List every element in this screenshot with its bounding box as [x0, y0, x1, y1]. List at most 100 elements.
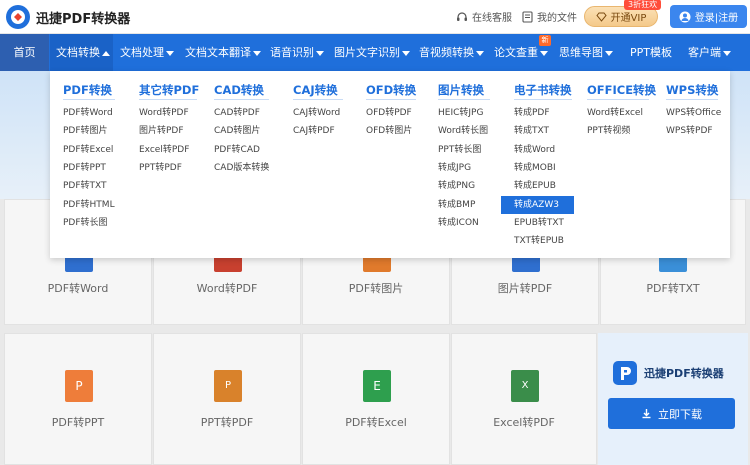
nav-document-process[interactable]: 文档处理	[120, 34, 174, 71]
excel-pdf-file-icon: X	[511, 370, 539, 402]
download-panel-brand: 迅捷PDF转换器	[612, 360, 724, 386]
nav-home[interactable]: 首页	[0, 34, 49, 71]
menu-item[interactable]: HEIC转JPG	[438, 104, 483, 122]
menu-item[interactable]: 转成TXT	[514, 122, 549, 140]
nav-ocr-label: 图片文字识别	[334, 46, 400, 59]
menu-item[interactable]: CAD转图片	[214, 122, 260, 140]
menu-item[interactable]: 转成BMP	[438, 196, 475, 214]
column-divider	[438, 99, 490, 100]
menu-column-title: 电子书转换	[514, 83, 572, 97]
menu-item[interactable]: EPUB转TXT	[514, 214, 564, 232]
menu-item[interactable]: PDF转Word	[63, 104, 113, 122]
login-register-button[interactable]: 登录|注册	[670, 5, 747, 28]
headset-icon	[457, 11, 467, 21]
nav-av-convert-label: 音视频转换	[419, 46, 474, 59]
menu-item[interactable]: 转成EPUB	[514, 177, 556, 195]
menu-item[interactable]: Word转PDF	[139, 104, 189, 122]
download-now-button[interactable]: 立即下载	[608, 398, 735, 429]
column-divider	[139, 99, 197, 100]
nav-av-convert[interactable]: 音视频转换	[419, 34, 484, 71]
menu-item[interactable]: WPS转PDF	[666, 122, 713, 140]
pdf-app-icon	[613, 361, 637, 385]
menu-column-title: CAJ转换	[293, 83, 338, 97]
nav-speech-label: 语音识别	[270, 46, 314, 59]
vip-promo-badge: 3折狂欢	[624, 0, 662, 10]
chevron-down-icon	[540, 50, 548, 56]
chevron-up-icon	[102, 50, 110, 56]
nav-translate[interactable]: 文档文本翻译	[185, 34, 261, 71]
menu-item[interactable]: OFD转PDF	[366, 104, 412, 122]
nav-document-convert[interactable]: 文档转换	[50, 34, 113, 71]
menu-item[interactable]: PDF转图片	[63, 122, 108, 140]
menu-item[interactable]: PDF转CAD	[214, 141, 260, 159]
menu-item[interactable]: Excel转PDF	[139, 141, 189, 159]
tool-card-label: Excel转PDF	[493, 416, 555, 429]
menu-item[interactable]: PPT转PDF	[139, 159, 182, 177]
customer-service-label: 在线客服	[472, 13, 512, 24]
menu-item[interactable]: PPT转视频	[587, 122, 630, 140]
menu-item[interactable]: PDF转PPT	[63, 159, 106, 177]
menu-item[interactable]: 图片转PDF	[139, 122, 184, 140]
nav-ocr[interactable]: 图片文字识别	[334, 34, 410, 71]
tool-card-label: PDF转图片	[348, 282, 404, 295]
main-nav: 首页 文档转换 文档处理 文档文本翻译 语音识别 图片文字识别 音视频转换 论文…	[0, 34, 750, 71]
menu-item[interactable]: PDF转HTML	[63, 196, 115, 214]
chevron-down-icon	[316, 50, 324, 56]
menu-item[interactable]: WPS转Office	[666, 104, 721, 122]
menu-item[interactable]: Word转长图	[438, 122, 488, 140]
column-divider	[366, 99, 416, 100]
menu-item[interactable]: TXT转EPUB	[514, 232, 564, 250]
download-now-label: 立即下载	[658, 407, 702, 421]
menu-item[interactable]: PDF转Excel	[63, 141, 113, 159]
nav-mindmap-label: 思维导图	[559, 46, 603, 59]
menu-item[interactable]: 转成JPG	[438, 159, 471, 177]
document-icon	[522, 10, 533, 23]
menu-item[interactable]: Word转Excel	[587, 104, 643, 122]
menu-item[interactable]: CAJ转PDF	[293, 122, 335, 140]
customer-service-link[interactable]: 在线客服	[456, 9, 512, 24]
menu-item[interactable]: PDF转TXT	[63, 177, 107, 195]
excel-file-icon: E	[363, 370, 391, 402]
menu-column-title: CAD转换	[214, 83, 264, 97]
nav-ppt-template[interactable]: PPT模板	[630, 34, 672, 71]
app-logo-icon	[6, 5, 30, 29]
tool-card[interactable]: X Excel转PDF	[451, 333, 597, 465]
document-convert-dropdown: PDF转换 PDF转Word PDF转图片 PDF转Excel PDF转PPT …	[50, 71, 730, 258]
tool-card-label: PDF转TXT	[646, 282, 700, 295]
vip-label: 开通VIP	[610, 13, 647, 24]
menu-item[interactable]: PDF转长图	[63, 214, 108, 232]
menu-column-title: PDF转换	[63, 83, 112, 97]
chevron-down-icon	[402, 50, 410, 56]
menu-item[interactable]: 转成ICON	[438, 214, 479, 232]
menu-item[interactable]: 转成MOBI	[514, 159, 556, 177]
nav-translate-label: 文档文本翻译	[185, 46, 251, 59]
my-files-link[interactable]: 我的文件	[522, 9, 577, 24]
my-files-label: 我的文件	[537, 13, 577, 24]
nav-mindmap[interactable]: 思维导图	[559, 34, 613, 71]
tool-card-label: PDF转PPT	[51, 416, 105, 429]
menu-item[interactable]: 转成PNG	[438, 177, 475, 195]
menu-item-selected[interactable]: 转成AZW3	[501, 196, 574, 214]
tool-card[interactable]: P PDF转PPT	[4, 333, 152, 465]
tool-card[interactable]: P PPT转PDF	[153, 333, 301, 465]
menu-column-title: OFD转换	[366, 83, 417, 97]
nav-client-label: 客户端	[688, 46, 721, 59]
column-divider	[514, 99, 572, 100]
menu-item[interactable]: CAJ转Word	[293, 104, 340, 122]
tool-card-label: PDF转Word	[47, 282, 109, 295]
chevron-down-icon	[605, 50, 613, 56]
menu-item[interactable]: 转成PDF	[514, 104, 550, 122]
menu-item[interactable]: OFD转图片	[366, 122, 412, 140]
menu-item[interactable]: PPT转长图	[438, 141, 481, 159]
chevron-down-icon	[723, 50, 731, 56]
menu-column-title: 其它转PDF	[139, 83, 200, 97]
nav-speech[interactable]: 语音识别	[270, 34, 324, 71]
menu-item[interactable]: CAD版本转换	[214, 159, 269, 177]
download-icon	[642, 409, 651, 419]
menu-item[interactable]: CAD转PDF	[214, 104, 260, 122]
diamond-icon	[595, 12, 607, 22]
menu-item[interactable]: 转成Word	[514, 141, 555, 159]
column-divider	[587, 99, 649, 100]
tool-card[interactable]: E PDF转Excel	[302, 333, 450, 465]
nav-client[interactable]: 客户端	[688, 34, 731, 71]
